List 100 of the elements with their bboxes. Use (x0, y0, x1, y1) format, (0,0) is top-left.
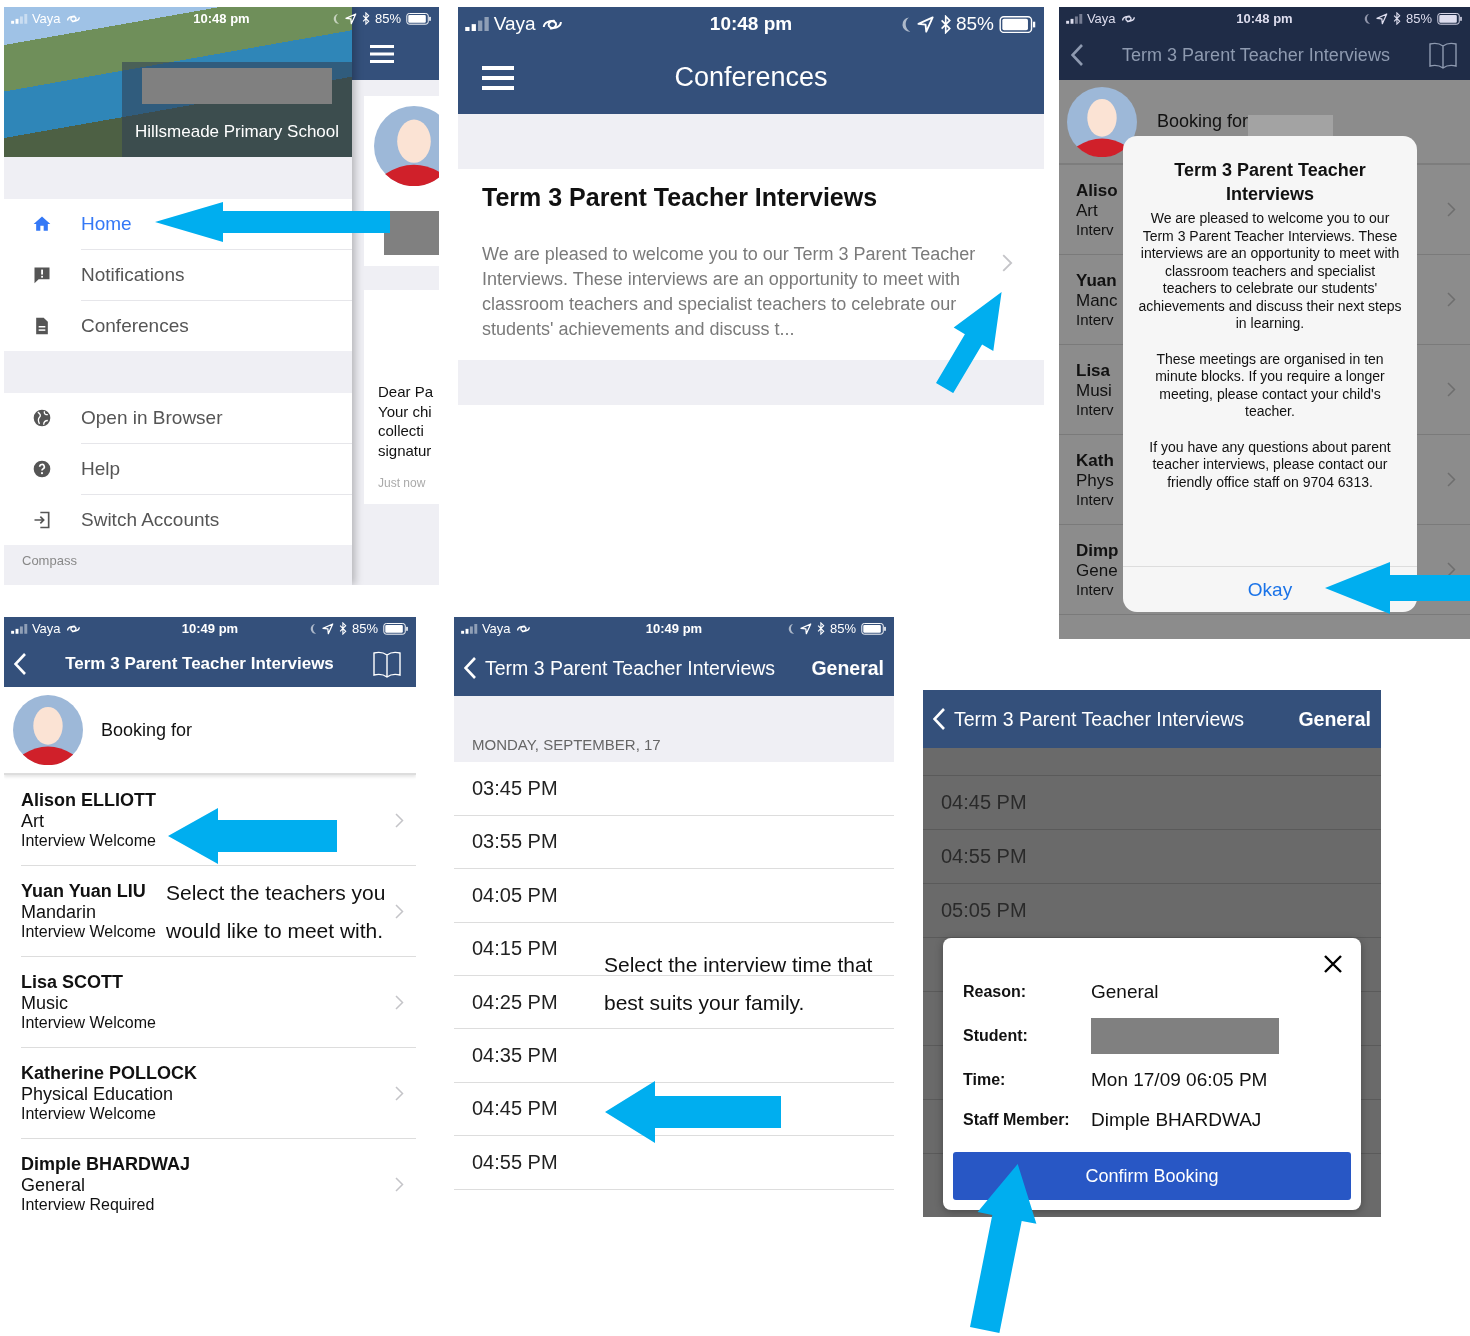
interview-status: Interv (1076, 401, 1114, 419)
time-slot[interactable]: 04:45 PM (472, 1097, 558, 1121)
location-icon (1376, 12, 1389, 25)
nav-title: Conferences (673, 62, 829, 94)
teacher-subject: General (21, 1175, 87, 1197)
book-icon[interactable] (372, 649, 402, 678)
redaction-block (384, 211, 439, 255)
menu-item[interactable]: Open in Browser (4, 393, 352, 443)
battery-percent: 85% (955, 13, 994, 36)
chevron-icon (395, 994, 404, 1010)
status-time: 10:49 pm (181, 621, 239, 637)
field-value: Dimple BHARDWAJ (1091, 1108, 1263, 1132)
signal-icon (11, 623, 28, 634)
teacher-subject: Physical Education (21, 1084, 175, 1106)
avatar (1067, 86, 1137, 157)
location-icon (322, 622, 335, 635)
dialog-message: If you have any questions about parent teacher interviews, please contact our friendly office staff on 9704 6313. (1148, 438, 1392, 491)
battery-percent: 85% (1405, 11, 1432, 27)
menu-icon[interactable] (370, 45, 394, 63)
location-icon (345, 12, 358, 25)
confirm-booking-button[interactable]: Confirm Booking (953, 1152, 1351, 1200)
bluetooth-icon (362, 12, 370, 26)
field-value: General (1091, 980, 1160, 1004)
status-time: 10:48 pm (1236, 11, 1293, 27)
carrier-name: Vaya (31, 621, 61, 637)
time-slot[interactable]: 03:55 PM (472, 830, 558, 854)
close-icon[interactable] (1323, 954, 1343, 974)
signal-icon (11, 13, 28, 24)
teacher-name: Alison ELLIOTT (21, 790, 156, 812)
chevron-icon (1447, 382, 1456, 398)
carrier-name: Vaya (31, 11, 61, 27)
booking-label: Booking for (1157, 111, 1249, 133)
dialog-title: Term 3 Parent Teacher Interviews (1173, 159, 1367, 206)
field-value: Mon 17/09 06:05 PM (1091, 1068, 1269, 1092)
menu-item[interactable]: Conferences (4, 301, 352, 351)
globe-icon (32, 408, 52, 428)
battery-icon (1437, 12, 1463, 25)
battery-percent: 85% (351, 621, 378, 637)
nav-subtitle: General (811, 656, 884, 680)
card-title: Term 3 Parent Teacher Interviews (482, 183, 879, 213)
menu-item[interactable]: Home (4, 199, 352, 249)
time-slot[interactable]: 04:05 PM (472, 883, 558, 907)
book-icon[interactable] (1428, 41, 1458, 70)
teacher-name: Aliso (1076, 181, 1118, 202)
bluetooth-icon (339, 622, 347, 636)
chevron-icon (1002, 252, 1013, 273)
teacher-name: Katherine POLLOCK (21, 1063, 198, 1085)
home-icon (32, 214, 52, 234)
nav-title: Term 3 Parent Teacher Interviews (954, 707, 1246, 731)
teacher-name: Lisa SCOTT (21, 972, 124, 994)
interview-status: Interview Welcome (21, 832, 156, 851)
teacher-subject: Art (1076, 201, 1099, 222)
location-icon (800, 622, 813, 635)
menu-icon[interactable] (482, 65, 514, 90)
interview-status: Interv (1076, 311, 1115, 329)
interview-status: Interview Required (21, 1196, 156, 1215)
teacher-subject: Musi (1076, 381, 1113, 402)
dialog-message: These meetings are organised in ten minute blocks. If you require a longer meeting, please contact your child's teacher. (1154, 350, 1386, 421)
section-header: Compass (22, 553, 77, 568)
instruction-note: Select the teachers you would like to meet with. (166, 880, 387, 944)
battery-icon (999, 15, 1037, 33)
teacher-subject: Gene (1076, 561, 1119, 582)
menu-item[interactable]: Notifications (4, 250, 352, 300)
time-slot[interactable]: 03:45 PM (472, 777, 558, 801)
teacher-name: Yuan Yuan LIU (21, 881, 147, 903)
teacher-subject: Music (21, 993, 69, 1015)
teacher-subject: Mandarin (21, 902, 98, 924)
time-slot[interactable]: 04:25 PM (472, 990, 558, 1014)
chevron-icon (1447, 292, 1456, 308)
battery-icon (406, 12, 432, 25)
menu-item[interactable]: Switch Accounts (4, 495, 352, 545)
okay-button[interactable]: Okay (1241, 574, 1299, 605)
school-name: Hillsmeade Primary School (134, 122, 340, 142)
time-slot[interactable]: 04:15 PM (472, 937, 558, 961)
back-icon[interactable] (1071, 44, 1084, 67)
chevron-icon (1447, 472, 1456, 488)
battery-percent: 85% (829, 621, 856, 637)
menu-item[interactable]: Help (4, 444, 352, 494)
nav-title: Term 3 Parent Teacher Interviews (64, 653, 335, 674)
interview-status: Interv (1076, 221, 1115, 239)
time-slot[interactable]: 04:35 PM (472, 1044, 558, 1068)
teacher-name: Dimple BHARDWAJ (21, 1154, 190, 1176)
time-slot[interactable]: 04:55 PM (472, 1150, 558, 1174)
carrier-name: Vaya (481, 621, 511, 637)
status-time: 10:48 pm (193, 11, 250, 27)
carrier-name: Vaya (1086, 11, 1116, 27)
post-text: Dear Pa Your chi collecti signatur (378, 382, 435, 460)
location-icon (917, 15, 935, 33)
date-header: MONDAY, SEPTEMBER, 17 (472, 736, 661, 754)
chevron-icon (1447, 562, 1456, 578)
avatar (13, 695, 83, 766)
nav-title: Term 3 Parent Teacher Interviews (1121, 44, 1391, 66)
teacher-subject: Phys (1076, 471, 1114, 492)
interview-status: Interview Welcome (21, 923, 156, 942)
signal-icon (461, 623, 478, 634)
battery-icon (383, 622, 409, 635)
teacher-name: Yuan (1076, 271, 1118, 292)
bluetooth-icon (939, 14, 951, 34)
bluetooth-icon (817, 622, 825, 636)
field-label: Student: (963, 1027, 1029, 1045)
